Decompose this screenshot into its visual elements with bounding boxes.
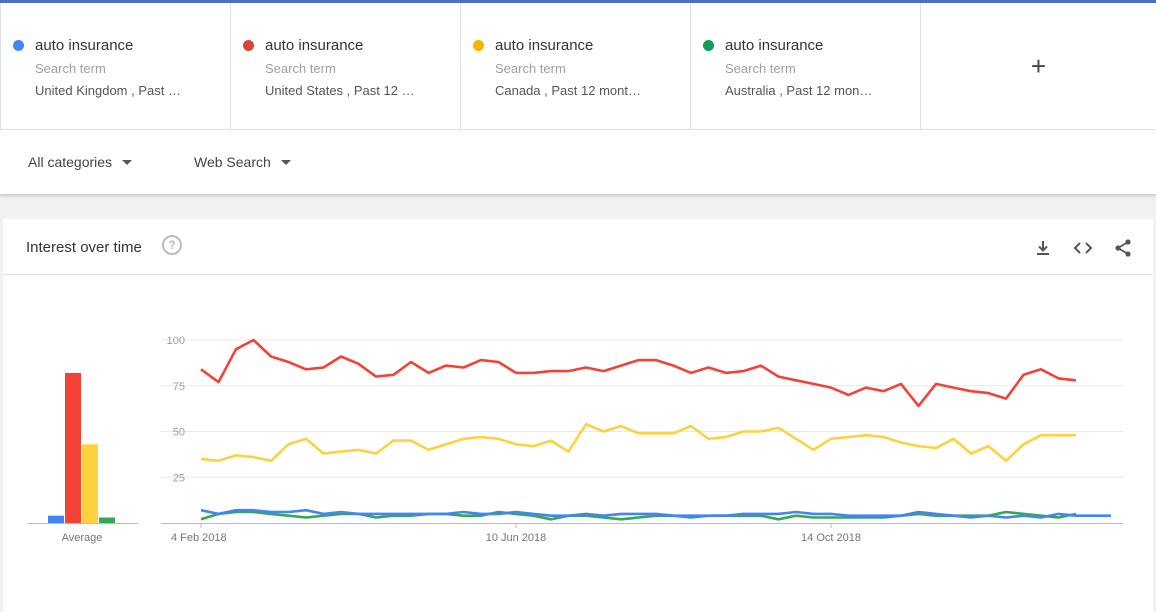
search-term-type: Search term — [495, 61, 566, 76]
caret-down-icon — [280, 159, 291, 165]
series-lines — [200, 338, 1111, 521]
search-term-type: Search term — [265, 61, 336, 76]
search-term-type: Search term — [35, 61, 106, 76]
y-tick-label: 50 — [173, 427, 185, 439]
series-color-dot — [473, 40, 484, 51]
search-type-label: Web Search — [194, 154, 271, 170]
caret-down-icon — [122, 159, 133, 165]
search-terms-bar: auto insurance Search term United Kingdo… — [0, 3, 1156, 130]
x-tick-label: 14 Oct 2018 — [801, 532, 861, 544]
add-comparison-button[interactable]: + — [920, 3, 1156, 129]
search-term-card-2[interactable]: auto insurance Search term United States… — [230, 3, 460, 130]
y-tick-label: 75 — [173, 381, 185, 393]
category-dropdown[interactable]: All categories — [28, 154, 133, 170]
y-tick-label: 25 — [173, 472, 185, 484]
series-line-3 — [200, 422, 1076, 463]
search-term-region: Australia , Past 12 mon… — [725, 83, 873, 98]
y-axis-ticks: 25 50 75 100 — [167, 335, 185, 484]
series-color-dot — [243, 40, 254, 51]
series-color-dot — [703, 40, 714, 51]
query-panel: auto insurance Search term United Kingdo… — [0, 0, 1156, 194]
search-term-card-3[interactable]: auto insurance Search term Canada , Past… — [460, 3, 690, 130]
average-label: Average — [62, 532, 103, 544]
search-term-card-4[interactable]: auto insurance Search term Australia , P… — [690, 3, 920, 130]
interest-chart: Average 25 50 75 100 4 Feb 2018 10 Jun 2018 1… — [28, 335, 1123, 544]
search-term-region: Canada , Past 12 mont… — [495, 83, 641, 98]
x-axis-ticks: 4 Feb 2018 10 Jun 2018 14 Oct 2018 — [171, 523, 861, 544]
average-bar-2 — [65, 372, 81, 523]
search-term-type: Search term — [725, 61, 796, 76]
x-tick-label: 4 Feb 2018 — [171, 532, 227, 544]
category-label: All categories — [28, 154, 113, 170]
interest-over-time-card: Interest over time ? Average 25 50 75 100 4… — [3, 219, 1153, 612]
search-term-region: United Kingdom , Past … — [35, 83, 181, 98]
average-bar-3 — [82, 444, 98, 523]
average-bar-1 — [48, 515, 64, 523]
average-bars: Average — [28, 372, 138, 544]
search-term-name: auto insurance — [495, 37, 594, 54]
y-tick-label: 100 — [167, 335, 185, 347]
average-bar-4 — [99, 517, 115, 523]
search-term-card-1[interactable]: auto insurance Search term United Kingdo… — [0, 3, 230, 130]
search-term-name: auto insurance — [725, 37, 824, 54]
search-term-region: United States , Past 12 … — [265, 83, 415, 98]
search-term-name: auto insurance — [35, 37, 134, 54]
chart-gridlines — [161, 339, 1123, 524]
search-type-dropdown[interactable]: Web Search — [194, 154, 291, 170]
search-term-name: auto insurance — [265, 37, 364, 54]
x-tick-label: 10 Jun 2018 — [486, 532, 547, 544]
series-color-dot — [13, 40, 24, 51]
series-line-2 — [200, 338, 1077, 408]
